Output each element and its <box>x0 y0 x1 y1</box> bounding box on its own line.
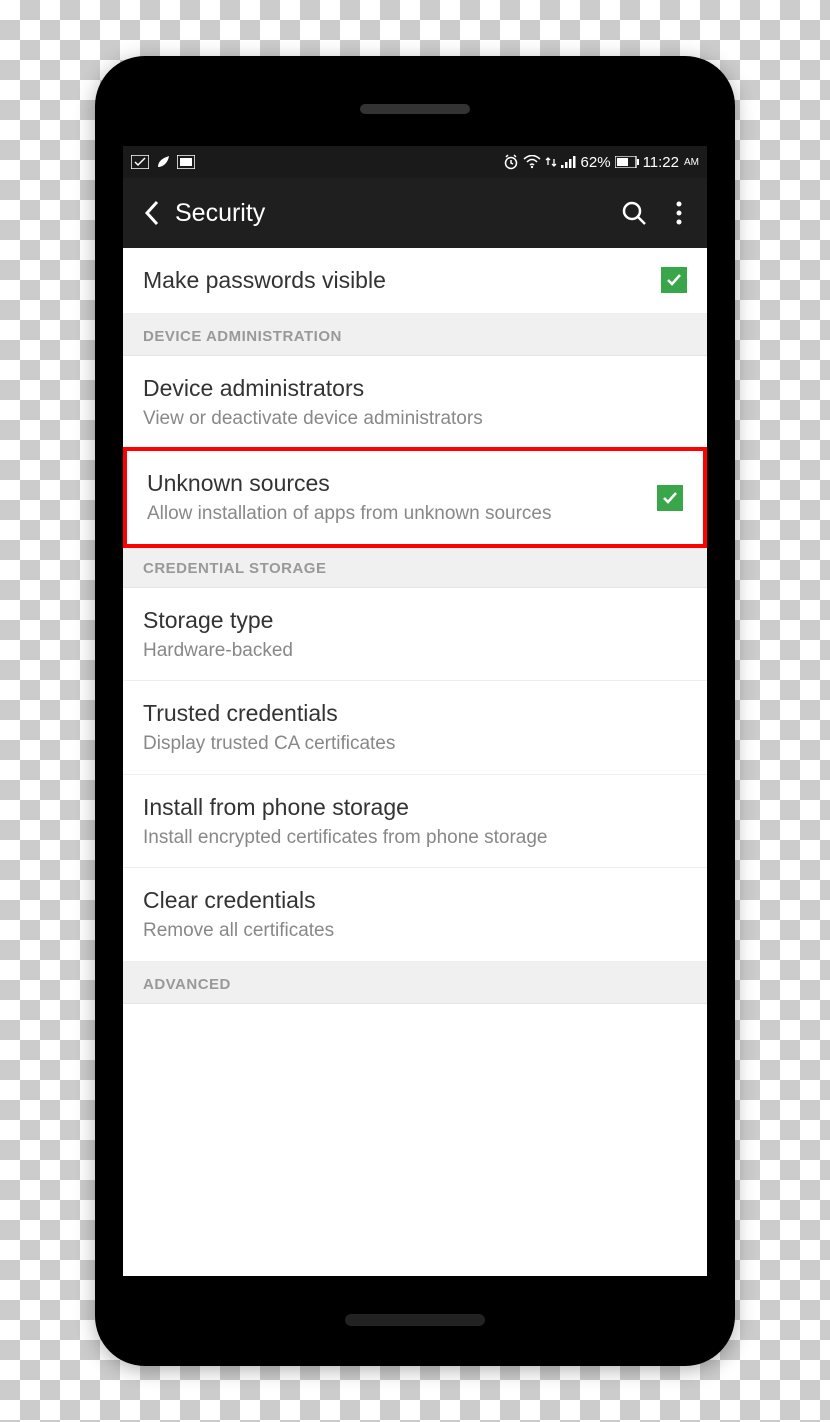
earpiece <box>360 104 470 114</box>
section-header-advanced: ADVANCED <box>123 962 707 1004</box>
app-bar: Security <box>123 178 707 248</box>
setting-clear-credentials[interactable]: Clear credentials Remove all certificate… <box>123 868 707 962</box>
signal-icon <box>561 155 577 169</box>
home-slot <box>345 1314 485 1326</box>
setting-unknown-sources[interactable]: Unknown sources Allow installation of ap… <box>127 451 703 544</box>
setting-title: Clear credentials <box>143 886 687 915</box>
setting-trusted-credentials[interactable]: Trusted credentials Display trusted CA c… <box>123 681 707 775</box>
setting-subtitle: Display trusted CA certificates <box>143 732 687 756</box>
section-header-device-admin: DEVICE ADMINISTRATION <box>123 314 707 356</box>
overflow-menu-button[interactable] <box>661 192 697 234</box>
app-icon <box>177 155 195 169</box>
alarm-icon <box>503 154 519 170</box>
section-header-credential-storage: CREDENTIAL STORAGE <box>123 546 707 588</box>
setting-device-administrators[interactable]: Device administrators View or deactivate… <box>123 356 707 450</box>
status-bar: 62% 11:22 AM <box>123 146 707 178</box>
setting-title: Device administrators <box>143 374 687 403</box>
setting-title: Storage type <box>143 606 687 635</box>
setting-title: Make passwords visible <box>143 266 647 295</box>
highlight-annotation: Unknown sources Allow installation of ap… <box>123 447 707 548</box>
setting-storage-type[interactable]: Storage type Hardware-backed <box>123 588 707 682</box>
setting-subtitle: Remove all certificates <box>143 919 687 943</box>
setting-subtitle: Hardware-backed <box>143 639 687 663</box>
settings-list: Make passwords visible DEVICE ADMINISTRA… <box>123 248 707 1004</box>
back-button[interactable] <box>133 191 171 235</box>
setting-subtitle: Install encrypted certificates from phon… <box>143 826 687 850</box>
setting-title: Unknown sources <box>147 469 643 498</box>
setting-subtitle: View or deactivate device administrators <box>143 407 687 431</box>
data-icon <box>545 155 557 169</box>
setting-title: Install from phone storage <box>143 793 687 822</box>
setting-title: Trusted credentials <box>143 699 687 728</box>
setting-make-passwords-visible[interactable]: Make passwords visible <box>123 248 707 314</box>
page-title: Security <box>171 199 607 228</box>
battery-icon <box>615 156 639 168</box>
clock-ampm: AM <box>684 157 699 168</box>
checkbox-checked-icon[interactable] <box>661 267 687 293</box>
battery-percent: 62% <box>581 154 611 171</box>
phone-frame: 62% 11:22 AM Security Ma <box>95 56 735 1366</box>
search-button[interactable] <box>607 192 661 234</box>
checkbox-checked-icon[interactable] <box>657 485 683 511</box>
clock-time: 11:22 <box>643 154 679 171</box>
leaf-icon <box>155 154 171 170</box>
setting-install-from-storage[interactable]: Install from phone storage Install encry… <box>123 775 707 869</box>
setting-subtitle: Allow installation of apps from unknown … <box>147 502 643 526</box>
sync-icon <box>131 155 149 169</box>
screen: 62% 11:22 AM Security Ma <box>123 146 707 1276</box>
wifi-icon <box>523 155 541 169</box>
